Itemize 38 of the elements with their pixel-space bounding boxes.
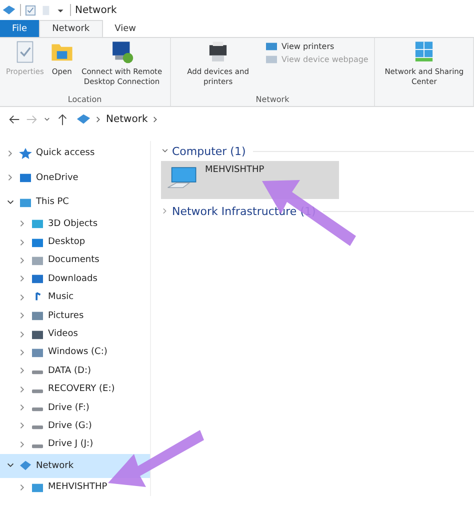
tree-item[interactable]: 3D Objects [0,214,150,233]
tree-item[interactable]: Drive J (J:) [0,435,150,454]
tree-item[interactable]: Music [0,288,150,306]
window-title: Network [75,4,117,16]
tree-item[interactable]: Quick access [0,141,150,166]
network-icon [19,460,32,472]
forward-icon[interactable] [25,112,38,126]
group-label: Network [254,95,290,104]
group-header[interactable]: Computer (1) [172,144,246,158]
tree-item[interactable]: OneDrive [0,166,150,190]
ribbon-small-button[interactable]: View printers [263,41,370,52]
ribbon-tab[interactable]: Network [39,20,103,37]
tree-item[interactable]: Windows (C:) [0,343,150,362]
tree-item[interactable]: MEHVISHTHP [0,478,150,496]
up-arrow-icon[interactable] [56,112,69,126]
computer-item[interactable]: MEHVISHTHP [161,161,339,199]
back-icon[interactable] [8,112,21,126]
tree-item[interactable]: Desktop [0,232,150,252]
tree-item[interactable]: Drive (G:) [0,416,150,436]
network-icon [2,4,16,16]
tree-item[interactable]: Drive (F:) [0,398,150,417]
checkbox-icon[interactable] [25,4,36,16]
tree-item[interactable]: This PC [0,190,150,214]
tree-item[interactable]: DATA (D:) [0,362,150,380]
chevron-right-icon[interactable] [152,116,158,122]
file-tab[interactable]: File [0,20,40,37]
chevron-right-icon[interactable] [96,116,101,122]
monitor-icon [110,40,134,64]
tree-item[interactable]: Videos [0,324,150,344]
network-icon [76,113,91,125]
star-icon [19,148,32,159]
expand-icon[interactable] [6,198,15,207]
tree-item[interactable]: Documents [0,251,150,270]
tree-item[interactable]: Pictures [0,306,150,325]
computer-icon [167,165,199,191]
group-label: Location [66,95,103,104]
tree-item[interactable]: Downloads [0,270,150,288]
tree-item[interactable]: RECOVERY (E:) [0,380,150,398]
